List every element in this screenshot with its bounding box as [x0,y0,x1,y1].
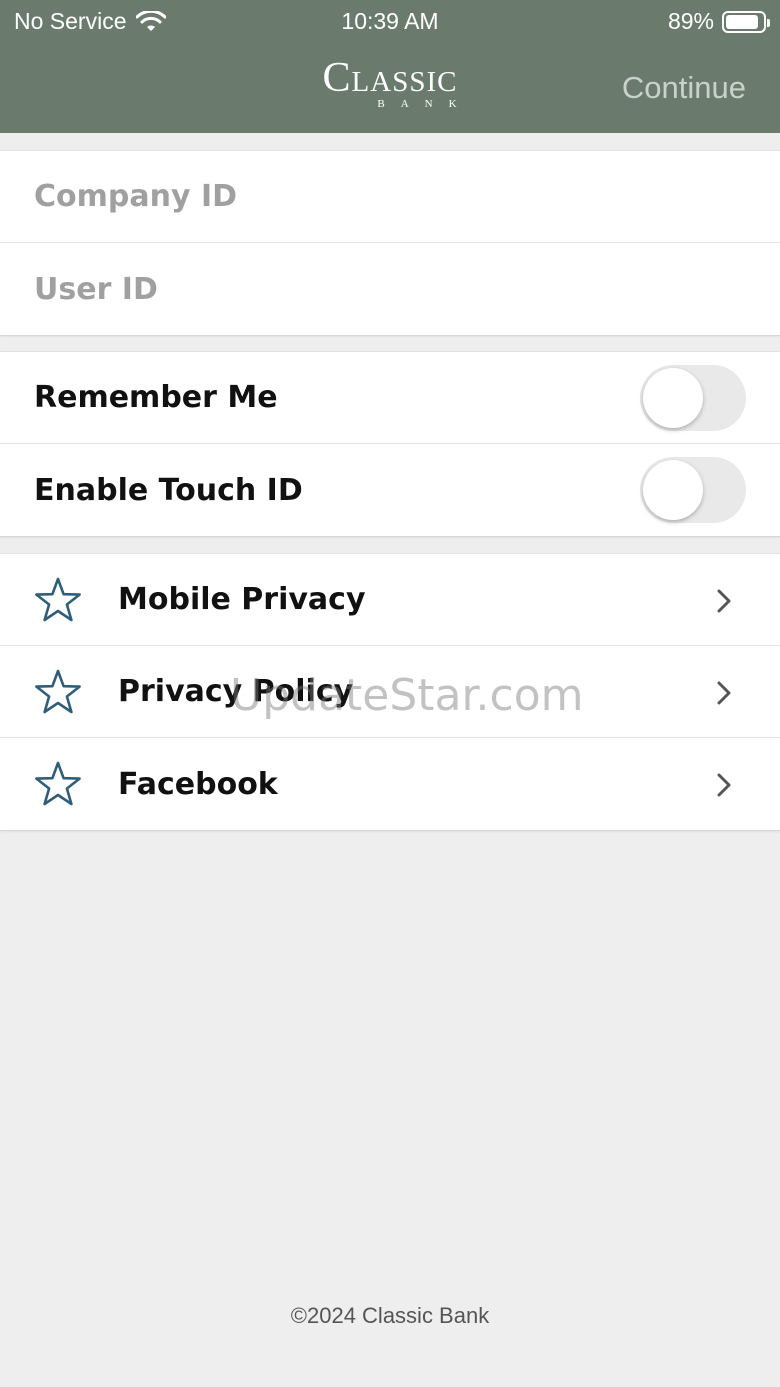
top-bar: No Service 10:39 AM 89% Classic BANK Con… [0,0,780,133]
chevron-right-icon [717,589,731,613]
link-facebook[interactable]: Facebook [0,738,780,830]
link-privacy-policy[interactable]: Privacy Policy [0,646,780,738]
continue-button[interactable]: Continue [622,70,746,106]
chevron-right-icon [717,773,731,797]
copyright-footer: ©2024 Classic Bank [290,1303,490,1328]
toggle-knob [643,368,703,428]
link-label: Mobile Privacy [118,582,366,617]
remember-me-label: Remember Me [34,380,278,415]
links-group: Mobile Privacy Privacy Policy Facebook [0,553,780,831]
user-id-row [0,243,780,335]
battery-icon [722,10,770,33]
star-icon [35,761,81,806]
user-id-input[interactable] [0,243,780,335]
link-mobile-privacy[interactable]: Mobile Privacy [0,554,780,646]
chevron-right-icon [717,681,731,705]
company-id-input[interactable] [0,151,780,242]
status-bar: No Service 10:39 AM 89% [0,8,780,38]
star-icon [35,577,81,622]
company-id-row [0,151,780,243]
battery-fill [726,14,759,29]
touch-id-label: Enable Touch ID [34,472,303,508]
star-icon [35,669,81,714]
link-label: Facebook [118,766,278,802]
clock: 10:39 AM [341,8,439,34]
toggle-knob [643,460,703,520]
settings-group: Remember Me Enable Touch ID [0,351,780,537]
touch-id-toggle[interactable] [640,457,746,523]
remember-me-row: Remember Me [0,352,780,444]
touch-id-row: Enable Touch ID [0,444,780,536]
link-label: Privacy Policy [118,674,354,709]
login-group [0,150,780,336]
battery-percent: 89% [667,8,714,34]
remember-me-toggle[interactable] [640,365,746,431]
